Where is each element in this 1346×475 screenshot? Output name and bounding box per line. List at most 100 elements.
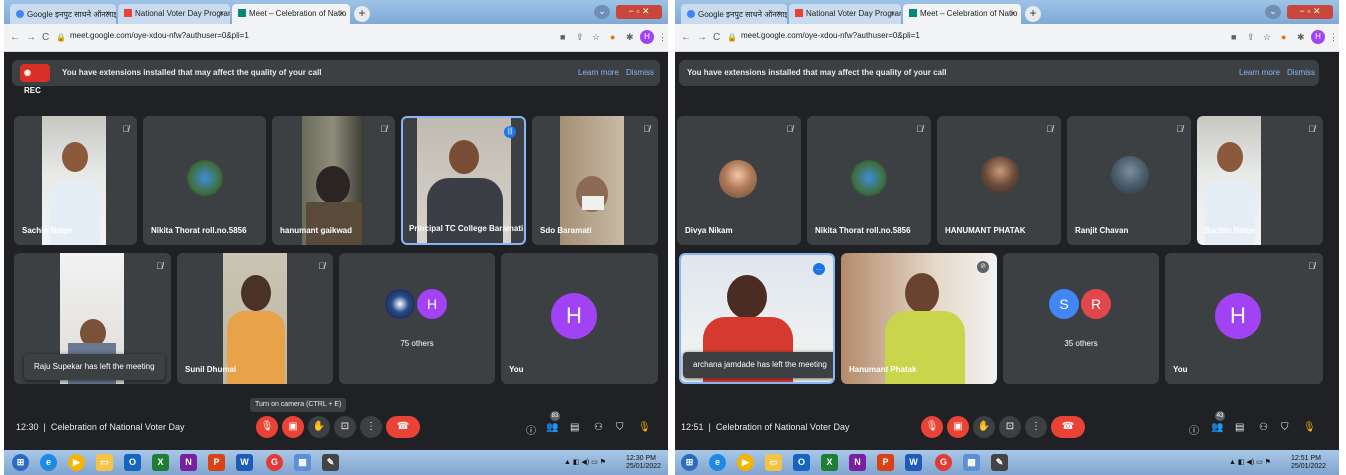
more-icon[interactable]: ⋮ (1025, 416, 1047, 438)
share-icon[interactable]: ⇪ (576, 32, 584, 43)
folder-icon[interactable]: ▭ (765, 454, 782, 471)
ie-icon[interactable]: e (40, 454, 57, 471)
start-icon[interactable]: ⊞ (12, 454, 29, 471)
new-tab-button[interactable]: + (354, 6, 370, 22)
url-field[interactable]: meet.google.com/oye-xdou-nfw?authuser=0&… (70, 31, 249, 40)
tab-google-input[interactable]: Google इनपुट साधने ऑनलाइन वा× (10, 4, 116, 24)
ie-icon[interactable]: e (709, 454, 726, 471)
host-controls-icon[interactable]: ⛉ (1281, 422, 1289, 433)
participant-tile[interactable]: 🎙̸ HANUMANT PHATAK (937, 116, 1061, 245)
close-icon[interactable]: × (1010, 9, 1015, 18)
forward-icon[interactable]: → (697, 32, 707, 43)
app-icon[interactable]: ▦ (963, 454, 980, 471)
raise-hand-icon[interactable]: ✋ (308, 416, 330, 438)
tray-icons[interactable]: ▲ ◧ ◀) ▭ ⚑ (564, 459, 606, 467)
end-call-icon[interactable]: ☎ (386, 416, 420, 438)
reload-icon[interactable]: C (42, 32, 49, 43)
participant-tile-speaking[interactable]: ||| Principal TC College Baramati (401, 116, 526, 245)
tab-gmail[interactable]: National Voter Day Program Go× (789, 4, 901, 24)
app-icon[interactable]: ✎ (991, 454, 1008, 471)
media-icon[interactable]: ▶ (737, 454, 754, 471)
app-icon[interactable]: ▦ (294, 454, 311, 471)
onenote-icon[interactable]: N (849, 454, 866, 471)
puzzle-icon[interactable]: ✱ (626, 32, 634, 43)
mic-icon[interactable]: 🎙 (1303, 422, 1316, 433)
powerpoint-icon[interactable]: P (208, 454, 225, 471)
tab-meet[interactable]: Meet – Celebration of Natio × (903, 4, 1021, 24)
tab-meet[interactable]: Meet – Celebration of Natio × (232, 4, 350, 24)
participant-tile-speaking[interactable]: … archana jamdade has left the meeting (679, 253, 835, 384)
url-field[interactable]: meet.google.com/oye-xdou-nfw?authuser=0&… (741, 31, 920, 40)
back-icon[interactable]: ← (10, 32, 20, 43)
puzzle-icon[interactable]: ✱ (1297, 32, 1305, 43)
folder-icon[interactable]: ▭ (96, 454, 113, 471)
people-icon[interactable]: 👥 (1211, 422, 1223, 433)
participant-tile[interactable]: 🎙̸ Divya Nikam (677, 116, 801, 245)
powerpoint-icon[interactable]: P (877, 454, 894, 471)
close-icon[interactable]: × (105, 9, 110, 18)
more-options-icon[interactable]: … (813, 263, 825, 275)
participant-tile[interactable]: 🎙̸ Ranjit Chavan (1067, 116, 1191, 245)
chevron-down-icon[interactable]: ⌄ (1265, 5, 1281, 19)
participant-tile[interactable]: 🎙̸ Sachin Nalge (1197, 116, 1323, 245)
participant-tile[interactable]: ⊘ Hanumant Phatak (841, 253, 997, 384)
participant-tile[interactable]: 🎙̸ Raju Supekar has left the meeting (14, 253, 171, 384)
info-icon[interactable]: ⓘ (526, 422, 536, 437)
end-call-icon[interactable]: ☎ (1051, 416, 1085, 438)
menu-icon[interactable]: ⋮ (658, 32, 667, 43)
tab-gmail[interactable]: National Voter Day Program Go× (118, 4, 230, 24)
star-icon[interactable]: ☆ (1263, 32, 1271, 43)
excel-icon[interactable]: X (152, 454, 169, 471)
close-icon[interactable]: × (339, 9, 344, 18)
media-icon[interactable]: ▶ (68, 454, 85, 471)
word-icon[interactable]: W (236, 454, 253, 471)
outlook-icon[interactable]: O (793, 454, 810, 471)
chrome-icon[interactable]: G (266, 454, 283, 471)
mic-off-icon[interactable]: 🎙 (921, 416, 943, 438)
extension-icon[interactable]: ● (610, 32, 615, 42)
present-icon[interactable]: ⊡ (999, 416, 1021, 438)
profile-avatar[interactable]: H (1311, 30, 1325, 44)
forward-icon[interactable]: → (26, 32, 36, 43)
star-icon[interactable]: ☆ (592, 32, 600, 43)
window-controls[interactable]: − ▫ ✕ (616, 5, 662, 19)
tray-clock[interactable]: 12:51 PM 25/01/2022 (1291, 455, 1326, 471)
chevron-down-icon[interactable]: ⌄ (594, 5, 610, 19)
camera-indicator-icon[interactable]: ■ (1231, 32, 1236, 42)
close-icon[interactable]: × (776, 9, 781, 18)
chrome-icon[interactable]: G (935, 454, 952, 471)
tray-icons[interactable]: ▲ ◧ ◀) ▭ ⚑ (1229, 459, 1271, 467)
activities-icon[interactable]: ⚇ (594, 422, 603, 433)
mic-icon[interactable]: 🎙 (638, 422, 651, 433)
info-icon[interactable]: ⓘ (1189, 422, 1199, 437)
share-icon[interactable]: ⇪ (1247, 32, 1255, 43)
camera-off-icon[interactable]: ▣ (947, 416, 969, 438)
back-icon[interactable]: ← (681, 32, 691, 43)
others-tile[interactable]: H 75 others (339, 253, 495, 384)
self-tile[interactable]: H 🎙̸ You (1165, 253, 1323, 384)
learn-more-link[interactable]: Learn more (578, 68, 619, 77)
learn-more-link[interactable]: Learn more (1239, 68, 1280, 77)
outlook-icon[interactable]: O (124, 454, 141, 471)
participant-tile[interactable]: 🎙̸ Sunil Dhumal (177, 253, 333, 384)
onenote-icon[interactable]: N (180, 454, 197, 471)
host-controls-icon[interactable]: ⛉ (616, 422, 624, 433)
new-tab-button[interactable]: + (1025, 6, 1041, 22)
tray-clock[interactable]: 12:30 PM 25/01/2022 (626, 455, 661, 471)
menu-icon[interactable]: ⋮ (1329, 32, 1338, 43)
participant-tile[interactable]: 🎙̸ hanumant gaikwad (272, 116, 395, 245)
others-tile[interactable]: S R 35 others (1003, 253, 1159, 384)
close-icon[interactable]: × (890, 9, 895, 18)
dismiss-button[interactable]: Dismiss (1287, 68, 1315, 77)
participant-tile[interactable]: Nikita Thorat roll.no.5856 (143, 116, 266, 245)
chat-icon[interactable]: ▤ (1235, 422, 1244, 433)
chat-icon[interactable]: ▤ (570, 422, 579, 433)
word-icon[interactable]: W (905, 454, 922, 471)
participant-tile[interactable]: 🎙̸ Sdo Baramati (532, 116, 658, 245)
camera-off-icon[interactable]: ▣ (282, 416, 304, 438)
window-controls[interactable]: − ▫ ✕ (1287, 5, 1333, 19)
present-icon[interactable]: ⊡ (334, 416, 356, 438)
activities-icon[interactable]: ⚇ (1259, 422, 1268, 433)
more-icon[interactable]: ⋮ (360, 416, 382, 438)
app-icon[interactable]: ✎ (322, 454, 339, 471)
